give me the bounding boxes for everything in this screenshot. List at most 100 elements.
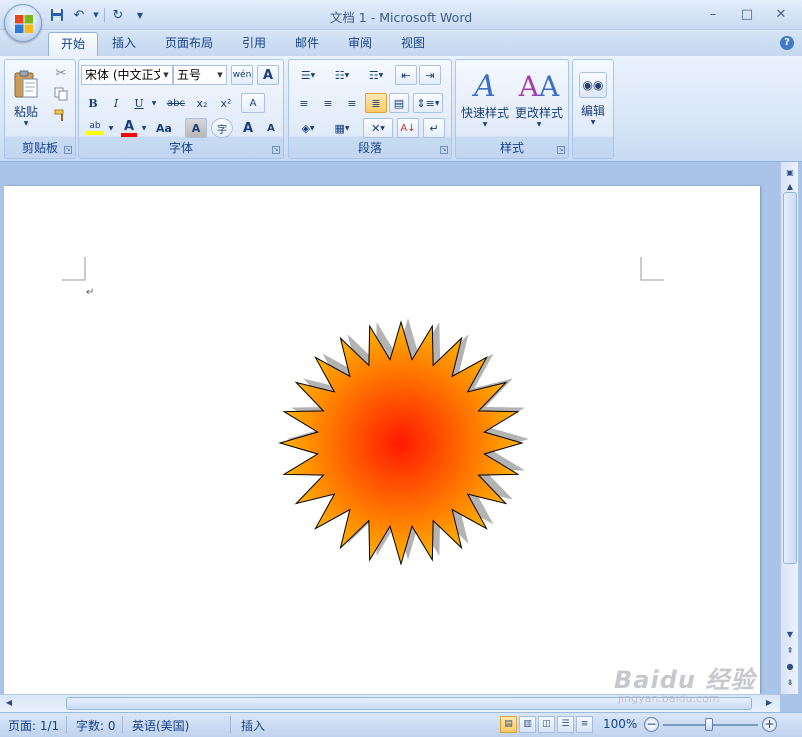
- tab-insert[interactable]: 插入: [100, 32, 148, 56]
- select-browse-object-icon[interactable]: ●: [783, 660, 797, 674]
- tab-view[interactable]: 视图: [389, 32, 437, 56]
- tab-home[interactable]: 开始: [48, 32, 99, 56]
- zoom-out-button[interactable]: −: [644, 717, 659, 732]
- group-label-styles: 样式: [499, 141, 524, 155]
- subscript-button[interactable]: x₂: [191, 93, 213, 113]
- phonetic-guide-button[interactable]: wén: [231, 65, 253, 85]
- full-screen-reading-view-icon[interactable]: ▥: [519, 716, 536, 733]
- window-controls: – □ ✕: [698, 4, 796, 24]
- font-name-combo[interactable]: 宋体 (中文正文 ▼: [81, 65, 173, 85]
- change-case-button[interactable]: Aa: [151, 118, 177, 138]
- bold-button[interactable]: B: [83, 93, 103, 113]
- word-count[interactable]: 字数: 0: [76, 717, 116, 734]
- paste-icon: [14, 70, 38, 98]
- help-icon[interactable]: ?: [780, 36, 794, 50]
- zoom-slider-thumb[interactable]: [705, 718, 713, 731]
- grow-font-button[interactable]: A: [237, 118, 259, 138]
- show-hide-marks-button[interactable]: ↵: [423, 118, 445, 138]
- distributed-button[interactable]: ▤: [389, 93, 409, 113]
- highlight-dropdown-icon[interactable]: ▼: [107, 118, 115, 138]
- font-color-dropdown-icon[interactable]: ▼: [140, 118, 148, 138]
- align-right-button[interactable]: ≡: [341, 93, 363, 113]
- cut-button[interactable]: ✂: [51, 64, 71, 82]
- vertical-scrollbar[interactable]: ▣ ▲ ▼ ⇞ ● ⇟: [780, 162, 798, 694]
- font-color-button[interactable]: A: [118, 118, 140, 138]
- scroll-down-icon[interactable]: ▼: [783, 628, 797, 642]
- align-left-button[interactable]: ≡: [293, 93, 315, 113]
- decrease-indent-button[interactable]: ⇤: [395, 65, 417, 85]
- tab-mailings[interactable]: 邮件: [283, 32, 331, 56]
- tab-references[interactable]: 引用: [230, 32, 278, 56]
- line-spacing-button[interactable]: ⇕≡ ▼: [413, 93, 443, 113]
- justify-button[interactable]: ≣: [365, 93, 387, 113]
- paste-label: 粘贴: [13, 105, 38, 119]
- ruler-toggle-icon[interactable]: ▣: [783, 166, 797, 180]
- paint-bucket-icon: ◈: [301, 121, 310, 135]
- web-layout-view-icon[interactable]: ◫: [538, 716, 555, 733]
- enclose-characters-button[interactable]: 字: [211, 118, 233, 138]
- font-dialog-launcher-icon[interactable]: ↘: [272, 146, 280, 154]
- group-label-paragraph: 段落: [357, 141, 382, 155]
- star-body[interactable]: [278, 320, 524, 566]
- office-logo-icon: [15, 15, 33, 33]
- chevron-down-icon[interactable]: ▼: [160, 66, 172, 84]
- multilevel-list-icon: ☶: [368, 68, 379, 82]
- shrink-font-button[interactable]: A: [261, 118, 281, 138]
- next-page-icon[interactable]: ⇟: [783, 676, 797, 690]
- quick-styles-button[interactable]: A 快速样式 ▼: [458, 63, 512, 135]
- language-indicator[interactable]: 英语(美国): [132, 717, 189, 734]
- scroll-left-icon[interactable]: ◀: [2, 696, 16, 710]
- format-painter-button[interactable]: [51, 106, 71, 124]
- multilevel-list-button[interactable]: ☶ ▼: [361, 65, 391, 85]
- close-button[interactable]: ✕: [766, 4, 796, 24]
- copy-button[interactable]: [51, 85, 71, 103]
- align-center-button[interactable]: ≡: [317, 93, 339, 113]
- strikethrough-button[interactable]: abc: [163, 93, 189, 113]
- clear-formatting-button[interactable]: A: [241, 93, 265, 113]
- font-size-combo[interactable]: 五号 ▼: [173, 65, 227, 85]
- editing-button[interactable]: ◉◉ 编辑 ▼: [575, 63, 611, 135]
- tab-review[interactable]: 审阅: [336, 32, 384, 56]
- outline-view-icon[interactable]: ☰: [557, 716, 574, 733]
- borders-button[interactable]: ▦ ▼: [327, 118, 357, 138]
- insert-mode[interactable]: 插入: [241, 717, 265, 734]
- print-layout-view-icon[interactable]: ▤: [500, 716, 517, 733]
- character-shading-button[interactable]: A: [185, 118, 207, 138]
- paragraph-dialog-launcher-icon[interactable]: ↘: [440, 146, 448, 154]
- tab-page-layout[interactable]: 页面布局: [153, 32, 225, 56]
- paragraph-mark: ↵: [86, 287, 95, 298]
- page-indicator[interactable]: 页面: 1/1: [8, 717, 59, 734]
- watermark-brand: Baidu 经验: [614, 666, 756, 694]
- increase-indent-button[interactable]: ⇥: [419, 65, 441, 85]
- chinese-layout-button[interactable]: ✕ ▼: [363, 118, 393, 138]
- italic-button[interactable]: I: [106, 93, 126, 113]
- styles-dialog-launcher-icon[interactable]: ↘: [557, 146, 565, 154]
- previous-page-icon[interactable]: ⇞: [783, 644, 797, 658]
- group-editing: ◉◉ 编辑 ▼: [572, 59, 614, 159]
- binoculars-icon: ◉◉: [579, 72, 607, 98]
- maximize-button[interactable]: □: [732, 4, 762, 24]
- underline-button[interactable]: U: [129, 93, 149, 113]
- chevron-down-icon[interactable]: ▼: [214, 66, 226, 84]
- bullets-button[interactable]: ☰ ▼: [293, 65, 323, 85]
- minimize-button[interactable]: –: [698, 4, 728, 24]
- margin-corner-mark: [640, 257, 664, 281]
- office-button[interactable]: [4, 4, 42, 42]
- superscript-button[interactable]: x²: [215, 93, 237, 113]
- shading-button[interactable]: ◈ ▼: [293, 118, 323, 138]
- highlight-button[interactable]: ab: [83, 118, 107, 138]
- numbering-button[interactable]: ☷ ▼: [327, 65, 357, 85]
- star-shape[interactable]: [270, 312, 532, 574]
- paragraph-mark-icon: ↵: [429, 121, 439, 135]
- draft-view-icon[interactable]: ≡: [576, 716, 593, 733]
- sort-icon: A↓: [400, 122, 416, 134]
- change-styles-button[interactable]: AA 更改样式 ▼: [512, 63, 566, 135]
- clipboard-dialog-launcher-icon[interactable]: ↘: [64, 146, 72, 154]
- underline-dropdown-icon[interactable]: ▼: [149, 93, 159, 113]
- zoom-in-button[interactable]: +: [762, 717, 777, 732]
- character-border-button[interactable]: A: [257, 65, 279, 85]
- zoom-level[interactable]: 100%: [603, 717, 637, 731]
- paste-button[interactable]: 粘贴 ▼: [8, 63, 44, 133]
- vertical-scroll-thumb[interactable]: [783, 192, 797, 564]
- sort-button[interactable]: A↓: [397, 118, 419, 138]
